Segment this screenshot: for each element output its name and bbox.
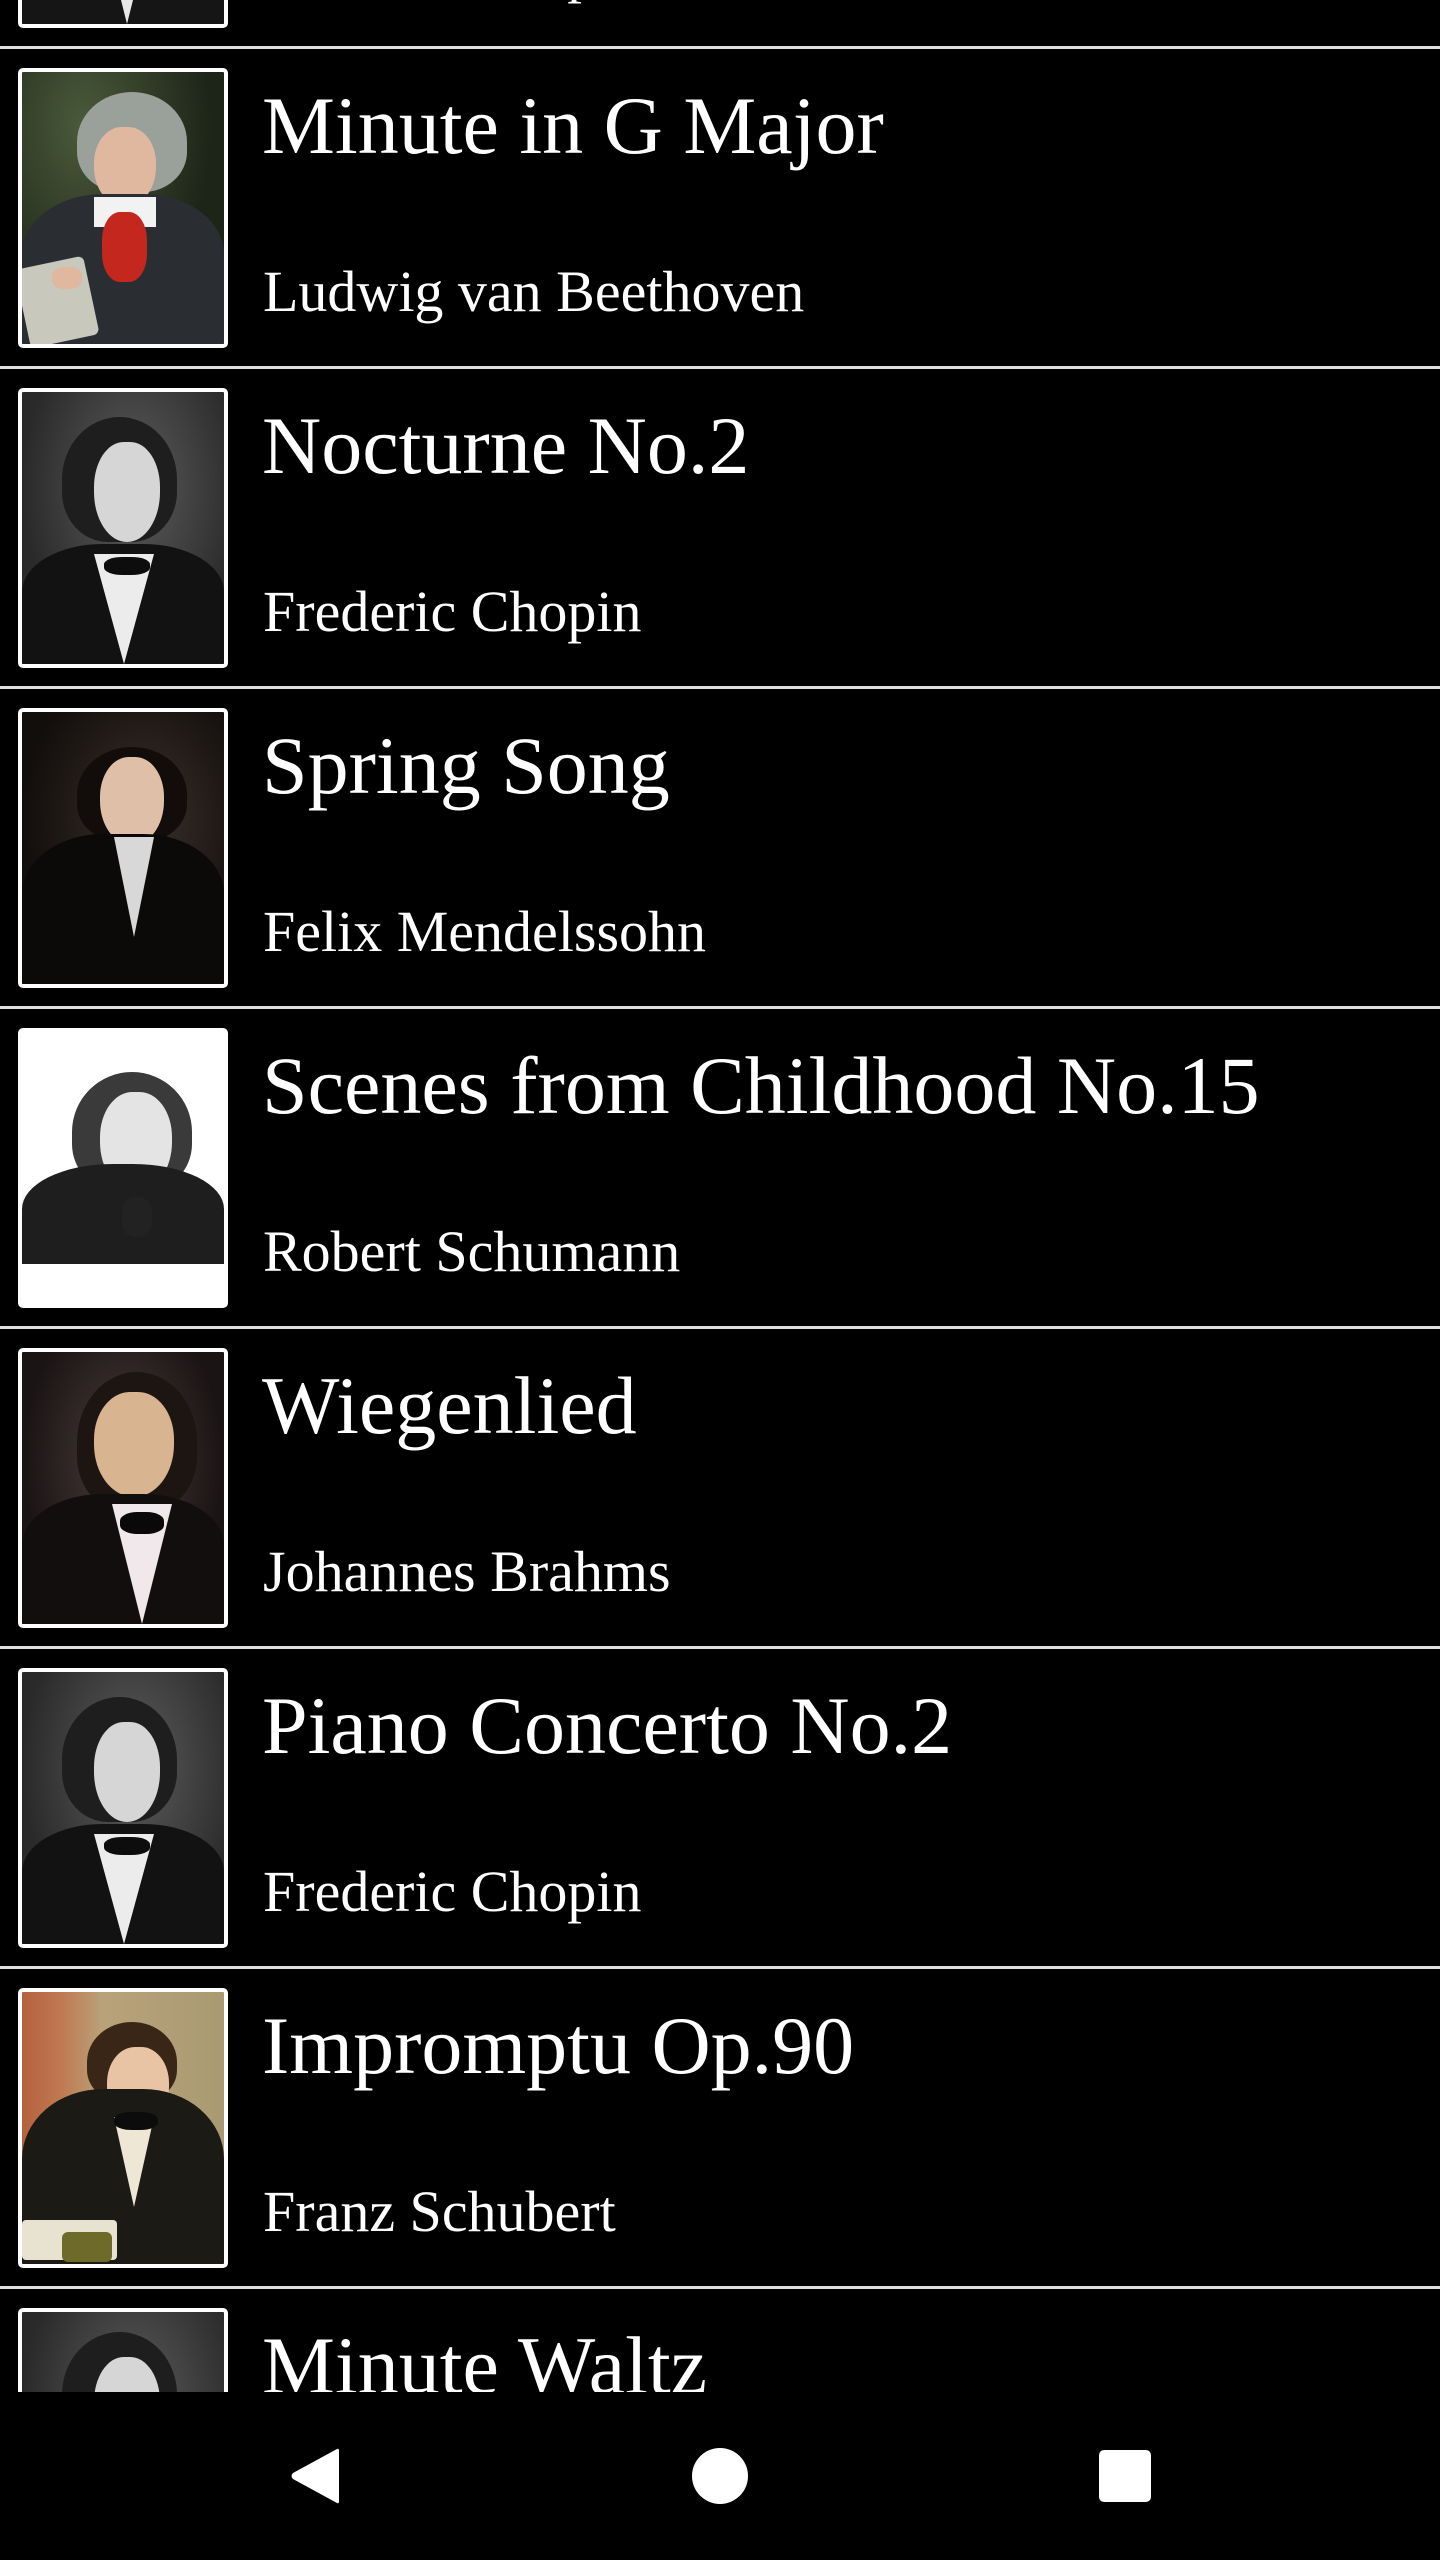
song-list-item[interactable]: Nocturne No.2 Frederic Chopin <box>0 369 1440 689</box>
song-artist: Felix Mendelssohn <box>263 899 707 964</box>
composer-thumbnail <box>18 1348 228 1628</box>
song-artist: Robert Schumann <box>263 1219 681 1284</box>
schumann-portrait <box>22 1032 224 1304</box>
composer-thumbnail <box>18 1668 228 1948</box>
song-list-item[interactable]: Frederic Chopin <box>0 0 1440 49</box>
song-title: Impromptu Op.90 <box>262 2000 855 2091</box>
song-title: Minute in G Major <box>262 80 884 171</box>
back-triangle-icon <box>291 2448 339 2504</box>
song-list-item[interactable]: Scenes from Childhood No.15 Robert Schum… <box>0 1009 1440 1329</box>
song-list: Frederic Chopin Minute in G Major Ludwig… <box>0 0 1440 2392</box>
song-list-item[interactable]: Impromptu Op.90 Franz Schubert <box>0 1969 1440 2289</box>
composer-thumbnail <box>18 388 228 668</box>
schubert-portrait <box>22 1992 224 2264</box>
song-list-item[interactable]: Piano Concerto No.2 Frederic Chopin <box>0 1649 1440 1969</box>
recents-square-icon <box>1099 2450 1151 2502</box>
beethoven-portrait <box>22 72 224 344</box>
chopin-portrait <box>22 1672 224 1944</box>
song-list-viewport[interactable]: Frederic Chopin Minute in G Major Ludwig… <box>0 0 1440 2392</box>
song-list-item[interactable]: Spring Song Felix Mendelssohn <box>0 689 1440 1009</box>
song-artist: Ludwig van Beethoven <box>263 259 805 324</box>
song-title: Scenes from Childhood No.15 <box>262 1040 1260 1131</box>
back-button[interactable] <box>215 2392 415 2560</box>
home-circle-icon <box>692 2448 748 2504</box>
chopin-portrait <box>22 0 224 24</box>
chopin-portrait <box>22 392 224 664</box>
song-artist: Frederic Chopin <box>263 1859 642 1924</box>
song-title: Minute Waltz <box>262 2320 708 2392</box>
composer-thumbnail <box>18 708 228 988</box>
system-navigation-bar <box>0 2392 1440 2560</box>
song-artist: Johannes Brahms <box>263 1539 671 1604</box>
song-artist: Frederic Chopin <box>263 0 642 7</box>
composer-thumbnail <box>18 1988 228 2268</box>
song-artist: Franz Schubert <box>263 2179 616 2244</box>
chopin-portrait <box>22 2312 224 2392</box>
song-title: Piano Concerto No.2 <box>262 1680 953 1771</box>
home-button[interactable] <box>620 2392 820 2560</box>
composer-thumbnail <box>18 0 228 28</box>
composer-thumbnail <box>18 68 228 348</box>
mendelssohn-portrait <box>22 712 224 984</box>
song-title: Spring Song <box>262 720 670 811</box>
song-list-item[interactable]: Minute Waltz <box>0 2289 1440 2392</box>
song-title: Nocturne No.2 <box>262 400 750 491</box>
song-artist: Frederic Chopin <box>263 579 642 644</box>
recents-button[interactable] <box>1025 2392 1225 2560</box>
song-list-item[interactable]: Wiegenlied Johannes Brahms <box>0 1329 1440 1649</box>
composer-thumbnail <box>18 2308 228 2392</box>
song-list-item[interactable]: Minute in G Major Ludwig van Beethoven <box>0 49 1440 369</box>
song-title: Wiegenlied <box>262 1360 637 1451</box>
brahms-portrait <box>22 1352 224 1624</box>
composer-thumbnail <box>18 1028 228 1308</box>
